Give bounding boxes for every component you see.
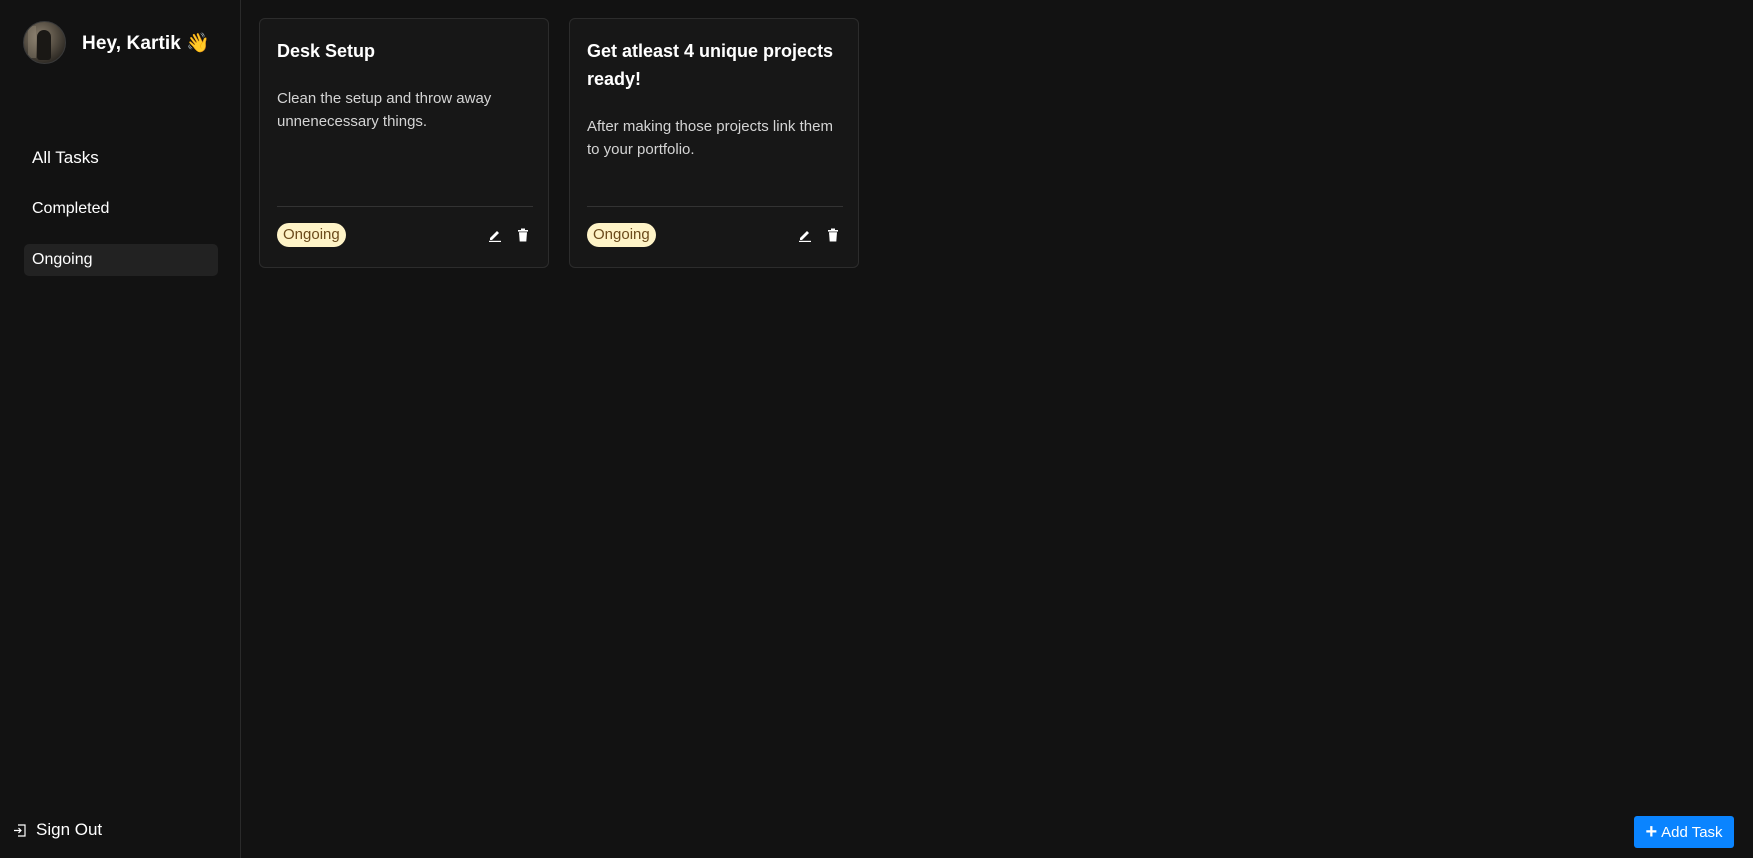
sidebar-item-completed[interactable]: Completed — [24, 193, 218, 225]
plus-icon: + — [1645, 821, 1658, 843]
avatar[interactable] — [23, 21, 66, 64]
greeting-text: Hey, Kartik 👋 — [82, 32, 211, 54]
sidebar-item-ongoing[interactable]: Ongoing — [24, 244, 218, 276]
edit-button[interactable] — [796, 226, 814, 244]
task-title: Get atleast 4 unique projects ready! — [587, 41, 834, 89]
sidebar: Hey, Kartik 👋 All Tasks Completed Ongoin… — [0, 0, 241, 858]
task-description: After making those projects link them to… — [587, 118, 833, 158]
pencil-icon — [799, 231, 811, 242]
status-badge: Ongoing — [587, 223, 656, 247]
add-task-button[interactable]: + Add Task — [1634, 816, 1734, 848]
card-divider — [587, 206, 843, 207]
delete-button[interactable] — [514, 226, 532, 244]
sidebar-item-all-tasks[interactable]: All Tasks — [24, 142, 218, 174]
sign-out-icon — [14, 823, 26, 837]
status-badge: Ongoing — [277, 223, 346, 247]
pencil-icon — [489, 231, 501, 242]
add-task-label: Add Task — [1661, 823, 1723, 841]
task-description: Clean the setup and throw away unneneces… — [277, 90, 492, 130]
trash-icon — [518, 228, 528, 242]
sign-out-button[interactable]: Sign Out — [13, 820, 102, 840]
delete-button[interactable] — [824, 226, 842, 244]
sign-out-label: Sign Out — [36, 820, 103, 839]
app-root: Hey, Kartik 👋 All Tasks Completed Ongoin… — [0, 0, 1753, 858]
task-card: Get atleast 4 unique projects ready! Aft… — [569, 18, 859, 268]
task-card: Desk Setup Clean the setup and throw awa… — [259, 18, 549, 268]
sidebar-nav: All Tasks Completed Ongoing — [24, 142, 218, 295]
profile-header: Hey, Kartik 👋 — [23, 21, 210, 64]
edit-button[interactable] — [486, 226, 504, 244]
task-title: Desk Setup — [277, 41, 376, 61]
trash-icon — [828, 228, 838, 242]
card-divider — [277, 206, 533, 207]
